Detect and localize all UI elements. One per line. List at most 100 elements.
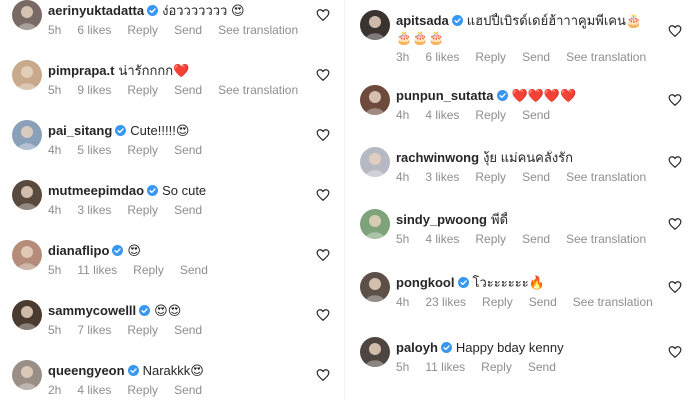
likes-count-link[interactable]: 23 likes [425,295,466,309]
reply-button[interactable]: Reply [475,50,506,64]
reply-button[interactable]: Reply [127,383,158,397]
avatar[interactable] [360,209,390,239]
likes-count-link[interactable]: 9 likes [77,83,111,97]
like-heart-icon[interactable] [668,24,682,38]
likes-count-link[interactable]: 5 likes [77,143,111,157]
like-heart-icon[interactable] [316,188,330,202]
comment-meta: 4h 23 likes Reply Send See translation [396,295,669,309]
like-heart-icon[interactable] [668,280,682,294]
username-link[interactable]: queengyeon [48,363,125,378]
comment-line: rachwinwong งุ้ย แม่คนคลั่งรัก [396,150,660,166]
send-button[interactable]: Send [522,232,550,246]
avatar[interactable] [12,360,42,390]
comment-time: 5h [48,323,62,337]
send-button[interactable]: Send [174,203,202,217]
like-heart-icon[interactable] [668,217,682,231]
reply-button[interactable]: Reply [127,203,158,217]
avatar[interactable] [12,180,42,210]
verified-badge-icon [127,365,139,376]
likes-count-link[interactable]: 4 likes [77,383,111,397]
username-link[interactable]: sammycowelll [48,303,136,318]
comment-text: Happy bday kenny [455,340,564,355]
username-link[interactable]: pongkool [396,275,455,290]
send-button[interactable]: Send [522,50,550,64]
comment-item: paloyh Happy bday kenny 5h 11 likes Reply Sen… [348,337,696,387]
send-button[interactable]: Send [528,360,556,374]
like-heart-icon[interactable] [316,248,330,262]
avatar[interactable] [12,0,42,30]
avatar[interactable] [360,10,390,40]
send-button[interactable]: Send [529,295,557,309]
comment-time: 5h [396,232,410,246]
comment-line: apitsada แฮปปี้เบิรด์เดย์ฮ้าาาคูมพี่เคน🎂 [396,13,660,29]
reply-button[interactable]: Reply [127,323,158,337]
send-button[interactable]: Send [522,108,550,122]
like-heart-icon[interactable] [316,68,330,82]
reply-button[interactable]: Reply [481,360,512,374]
likes-count-link[interactable]: 4 likes [425,232,459,246]
like-heart-icon[interactable] [316,368,330,382]
username-link[interactable]: apitsada [396,13,449,28]
comment-time: 5h [396,360,410,374]
comment-line: pai_sitang Cute!!!!!😍 [48,123,304,139]
like-heart-icon[interactable] [316,128,330,142]
send-button[interactable]: Send [174,323,202,337]
like-heart-icon[interactable] [316,8,330,22]
username-link[interactable]: mutmeepimdao [48,183,144,198]
see-translation-link[interactable]: See translation [573,295,653,309]
reply-button[interactable]: Reply [482,295,513,309]
username-link[interactable]: paloyh [396,340,438,355]
see-translation-link[interactable]: See translation [218,83,298,97]
avatar[interactable] [360,337,390,367]
reply-button[interactable]: Reply [127,23,158,37]
likes-count-link[interactable]: 11 likes [77,263,117,277]
avatar[interactable] [12,120,42,150]
avatar[interactable] [12,300,42,330]
send-button[interactable]: Send [522,170,550,184]
comment-time: 2h [48,383,62,397]
avatar[interactable] [12,60,42,90]
likes-count-link[interactable]: 6 likes [77,23,111,37]
like-heart-icon[interactable] [316,308,330,322]
username-link[interactable]: sindy_pwoong [396,212,487,227]
likes-count-link[interactable]: 3 likes [77,203,111,217]
see-translation-link[interactable]: See translation [218,23,298,37]
username-link[interactable]: rachwinwong [396,150,479,165]
avatar[interactable] [360,272,390,302]
username-link[interactable]: aerinyuktadatta [48,3,144,18]
likes-count-link[interactable]: 6 likes [425,50,459,64]
send-button[interactable]: Send [180,263,208,277]
reply-button[interactable]: Reply [133,263,164,277]
like-heart-icon[interactable] [668,155,682,169]
send-button[interactable]: Send [174,383,202,397]
send-button[interactable]: Send [174,23,202,37]
reply-button[interactable]: Reply [475,232,506,246]
reply-button[interactable]: Reply [475,108,506,122]
likes-count-link[interactable]: 11 likes [425,360,465,374]
send-button[interactable]: Send [174,83,202,97]
comments-column-left: aerinyuktadatta ง่อววววววว 😍 5h 6 likes Repl… [0,0,340,400]
avatar[interactable] [12,240,42,270]
see-translation-link[interactable]: See translation [566,50,646,64]
column-divider [344,0,345,400]
avatar[interactable] [360,147,390,177]
username-link[interactable]: punpun_sutatta [396,88,494,103]
see-translation-link[interactable]: See translation [566,232,646,246]
username-link[interactable]: pimprapa.t [48,63,114,78]
likes-count-link[interactable]: 3 likes [425,170,459,184]
username-link[interactable]: dianaflipo [48,243,109,258]
likes-count-link[interactable]: 7 likes [77,323,111,337]
like-heart-icon[interactable] [668,345,682,359]
reply-button[interactable]: Reply [475,170,506,184]
reply-button[interactable]: Reply [127,83,158,97]
verified-badge-icon [457,277,469,288]
send-button[interactable]: Send [174,143,202,157]
see-translation-link[interactable]: See translation [566,170,646,184]
avatar[interactable] [360,85,390,115]
like-heart-icon[interactable] [668,93,682,107]
likes-count-link[interactable]: 4 likes [425,108,459,122]
comment-item: mutmeepimdao So cute 4h 3 likes Reply Send [0,180,340,230]
comment-line: pongkool โวะะะะะะ🔥 [396,275,660,291]
reply-button[interactable]: Reply [127,143,158,157]
username-link[interactable]: pai_sitang [48,123,112,138]
